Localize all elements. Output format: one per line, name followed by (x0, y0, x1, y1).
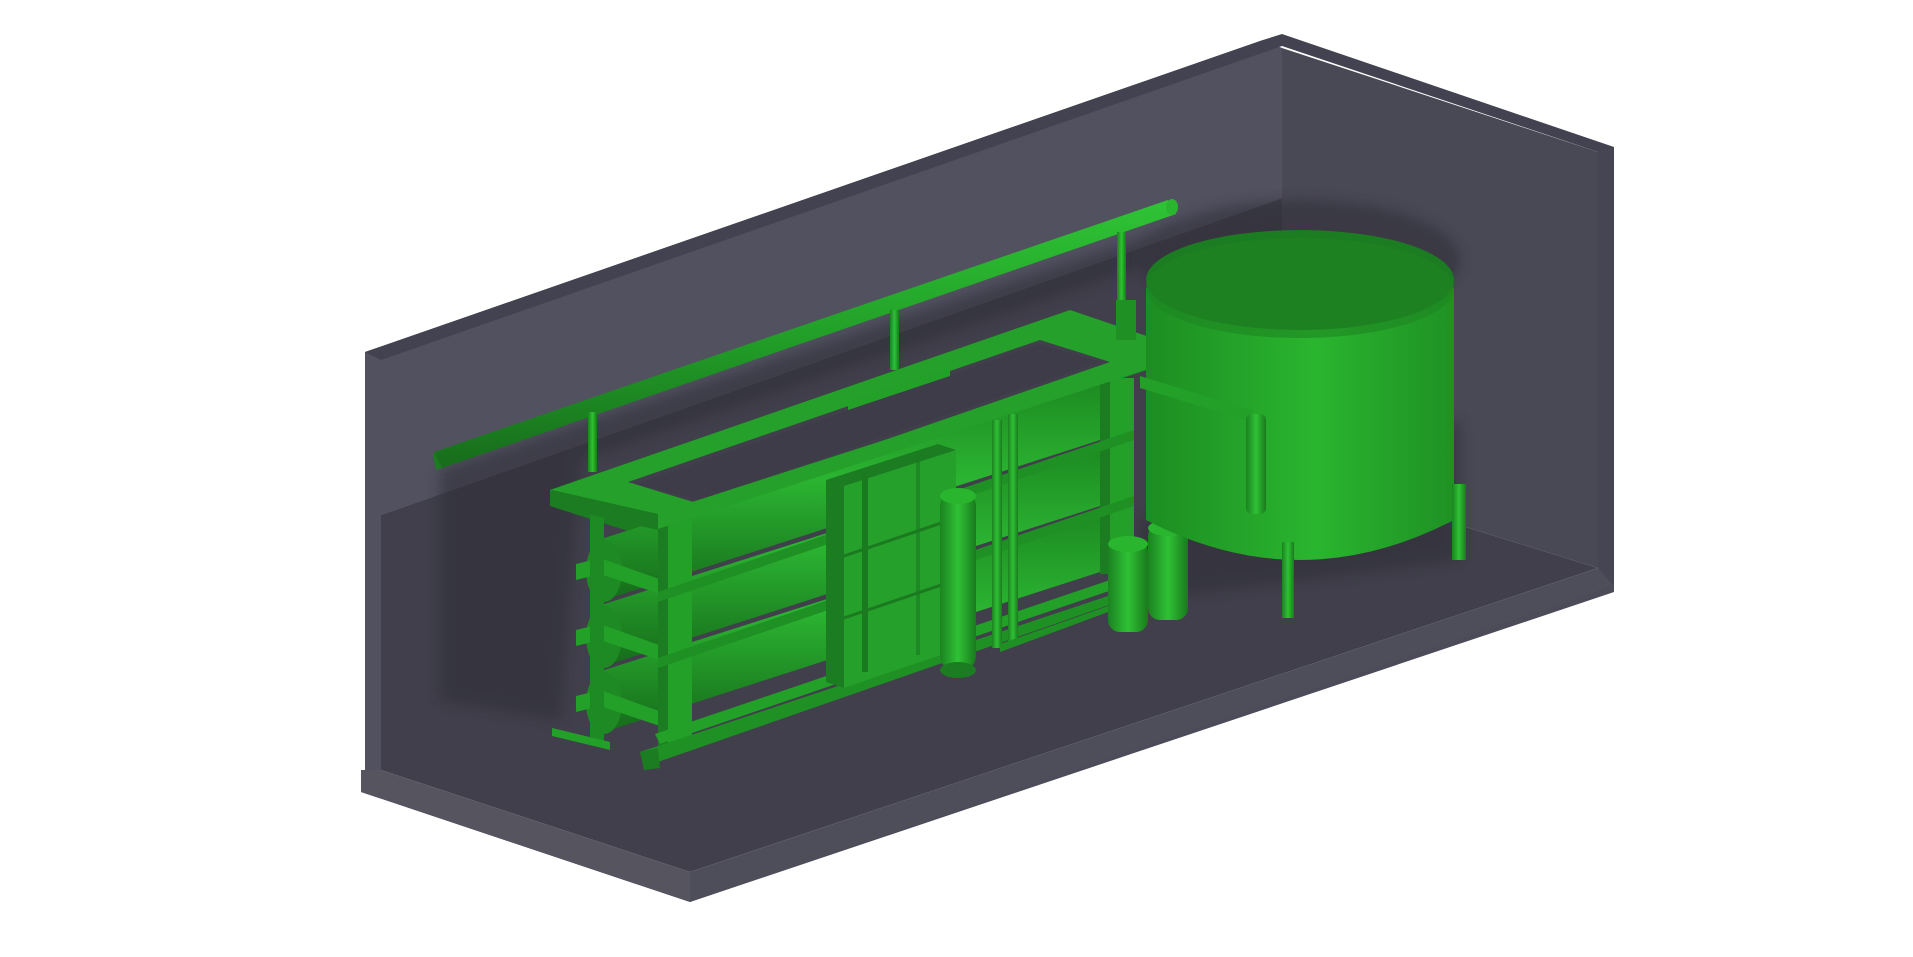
scene-canvas (361, 34, 1614, 902)
cartridge-filter (940, 488, 976, 678)
dosing-tanks (1108, 520, 1188, 632)
container-end-post (1598, 147, 1614, 592)
3d-model-viewport[interactable] (0, 0, 1913, 957)
